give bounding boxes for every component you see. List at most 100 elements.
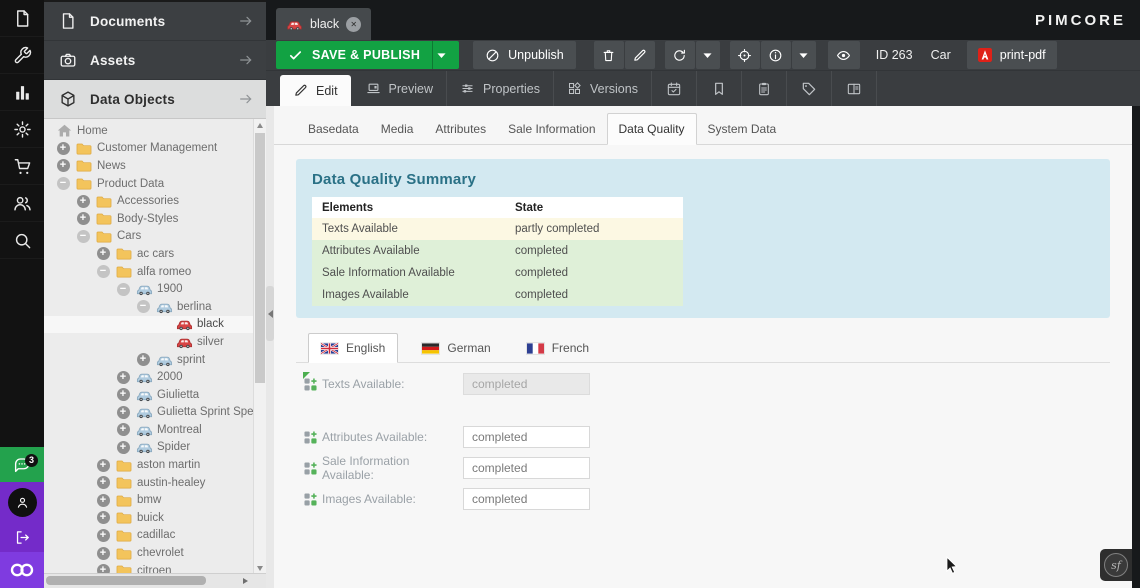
tree-item-giulietta[interactable]: +Giulietta xyxy=(44,386,254,404)
rail-item-users[interactable] xyxy=(0,185,44,222)
collapse-toggle[interactable]: − xyxy=(97,265,110,278)
tree-item-2000[interactable]: +2000 xyxy=(44,368,254,386)
tree-item-accessories[interactable]: +Accessories xyxy=(44,192,254,210)
expand-toggle[interactable]: + xyxy=(117,423,130,436)
tags-button[interactable] xyxy=(787,71,832,106)
tree-item-product-data[interactable]: −Product Data xyxy=(44,175,254,193)
language-tab-english[interactable]: English xyxy=(308,333,398,363)
app-logger-button[interactable] xyxy=(832,71,877,106)
scroll-up-button[interactable] xyxy=(254,119,266,131)
close-tab-button[interactable]: ✕ xyxy=(346,17,361,32)
content-tab-sale-information[interactable]: Sale Information xyxy=(497,114,606,144)
tree-item-bmw[interactable]: +bmw xyxy=(44,491,254,509)
vertical-scroll-thumb[interactable] xyxy=(255,133,265,383)
expand-toggle[interactable]: + xyxy=(97,247,110,260)
tree-item-chevrolet[interactable]: +chevrolet xyxy=(44,544,254,562)
mode-tab-properties[interactable]: Properties xyxy=(447,71,554,106)
mode-tab-edit[interactable]: Edit xyxy=(280,75,351,106)
mode-tab-versions[interactable]: Versions xyxy=(554,71,652,106)
symfony-toolbar-button[interactable]: sf xyxy=(1100,549,1132,581)
tree-vertical-scrollbar[interactable] xyxy=(253,119,266,574)
logout-button[interactable] xyxy=(0,522,44,552)
expand-toggle[interactable]: + xyxy=(77,212,90,225)
reload-options-caret[interactable] xyxy=(696,41,720,69)
content-tab-attributes[interactable]: Attributes xyxy=(424,114,497,144)
save-options-caret[interactable] xyxy=(432,41,459,69)
tree-item-aston-martin[interactable]: +aston martin xyxy=(44,456,254,474)
sidebar-section-documents[interactable]: Documents xyxy=(44,2,266,41)
delete-button[interactable] xyxy=(594,41,624,69)
collapse-toggle[interactable]: − xyxy=(137,300,150,313)
content-tab-system-data[interactable]: System Data xyxy=(697,114,788,144)
rail-item-documents[interactable] xyxy=(0,0,44,37)
language-tab-french[interactable]: French xyxy=(515,334,601,362)
tree-item-alfa-romeo[interactable]: −alfa romeo xyxy=(44,263,254,281)
content-tab-media[interactable]: Media xyxy=(370,114,425,144)
tree-item-cadillac[interactable]: +cadillac xyxy=(44,527,254,545)
expand-toggle[interactable]: + xyxy=(117,441,130,454)
tree-item-black[interactable]: black xyxy=(44,316,254,334)
open-tab-black[interactable]: black ✕ xyxy=(276,8,371,40)
tree-item-berlina[interactable]: −berlina xyxy=(44,298,254,316)
expand-toggle[interactable]: + xyxy=(97,547,110,560)
sidebar-section-assets[interactable]: Assets xyxy=(44,41,266,80)
user-menu-button[interactable] xyxy=(0,482,44,522)
collapse-toggle[interactable]: − xyxy=(117,283,130,296)
expand-toggle[interactable]: + xyxy=(117,388,130,401)
rail-item-tools[interactable] xyxy=(0,37,44,74)
rail-item-ecommerce[interactable] xyxy=(0,148,44,185)
info-options-caret[interactable] xyxy=(792,41,816,69)
open-preview-button[interactable] xyxy=(828,41,860,69)
expand-toggle[interactable]: + xyxy=(57,142,70,155)
tree-item-home[interactable]: Home xyxy=(44,122,254,140)
expand-toggle[interactable]: + xyxy=(97,476,110,489)
tree-item-body-styles[interactable]: +Body-Styles xyxy=(44,210,254,228)
notes-events-button[interactable] xyxy=(742,71,787,106)
bookmark-button[interactable] xyxy=(697,71,742,106)
expand-toggle[interactable]: + xyxy=(137,353,150,366)
collapse-sidebar-handle[interactable] xyxy=(266,286,274,341)
tree-item-silver[interactable]: silver xyxy=(44,333,254,351)
tree-item-buick[interactable]: +buick xyxy=(44,509,254,527)
content-tab-basedata[interactable]: Basedata xyxy=(297,114,370,144)
field-input-attributes-available[interactable] xyxy=(463,426,590,448)
tree-item-cars[interactable]: −Cars xyxy=(44,228,254,246)
mode-tab-preview[interactable]: Preview xyxy=(353,71,447,106)
expand-toggle[interactable]: + xyxy=(77,195,90,208)
tree-item-ac-cars[interactable]: +ac cars xyxy=(44,245,254,263)
expand-toggle[interactable]: + xyxy=(117,406,130,419)
expand-toggle[interactable]: + xyxy=(97,529,110,542)
rail-item-search[interactable] xyxy=(0,222,44,259)
tree-item-montreal[interactable]: +Montreal xyxy=(44,421,254,439)
language-tab-german[interactable]: German xyxy=(410,334,502,362)
rename-button[interactable] xyxy=(625,41,655,69)
save-publish-button[interactable]: SAVE & PUBLISH xyxy=(276,41,459,69)
schedule-button[interactable] xyxy=(652,71,697,106)
locate-in-tree-button[interactable] xyxy=(730,41,760,69)
rail-item-reports[interactable] xyxy=(0,74,44,111)
tree-item-1900[interactable]: −1900 xyxy=(44,280,254,298)
pimcore-rail-logo[interactable] xyxy=(0,552,44,588)
expand-toggle[interactable]: + xyxy=(97,511,110,524)
scroll-right-button[interactable] xyxy=(238,574,252,587)
sidebar-section-data-objects[interactable]: Data Objects xyxy=(44,80,266,119)
tree-item-customer-management[interactable]: +Customer Management xyxy=(44,140,254,158)
expand-toggle[interactable]: + xyxy=(117,371,130,384)
tree-item-gulietta-sprint-specia[interactable]: +Gulietta Sprint Specia xyxy=(44,404,254,422)
collapse-toggle[interactable]: − xyxy=(77,230,90,243)
tree-item-news[interactable]: +News xyxy=(44,157,254,175)
tree-item-sprint[interactable]: +sprint xyxy=(44,351,254,369)
sidebar-splitter[interactable] xyxy=(266,106,274,588)
expand-toggle[interactable]: + xyxy=(97,494,110,507)
unpublish-button[interactable]: Unpublish xyxy=(473,41,576,69)
rail-item-settings[interactable] xyxy=(0,111,44,148)
collapse-toggle[interactable]: − xyxy=(57,177,70,190)
info-button[interactable] xyxy=(761,41,791,69)
reload-button[interactable] xyxy=(665,41,695,69)
horizontal-scroll-thumb[interactable] xyxy=(46,576,206,585)
notifications-button[interactable]: 3 xyxy=(0,447,44,482)
tree-horizontal-scrollbar[interactable] xyxy=(44,573,266,588)
field-input-images-available[interactable] xyxy=(463,488,590,510)
expand-toggle[interactable]: + xyxy=(57,159,70,172)
content-tab-data-quality[interactable]: Data Quality xyxy=(607,113,697,145)
